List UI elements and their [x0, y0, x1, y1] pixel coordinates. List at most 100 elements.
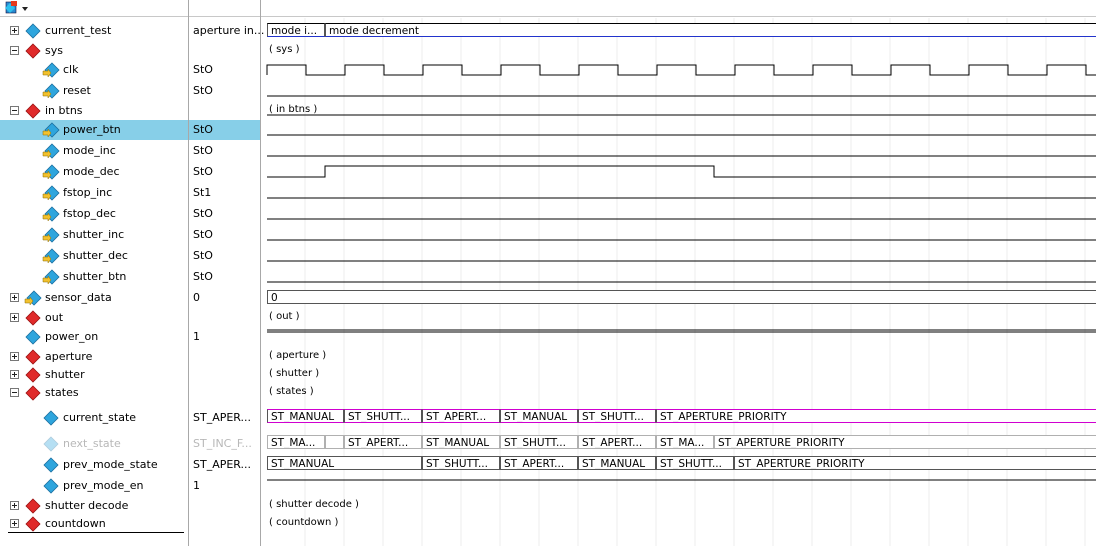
- row-shutter-decode[interactable]: shutter decode: [0, 496, 188, 516]
- row-sys[interactable]: sys: [0, 41, 188, 61]
- group-label: ( aperture ): [269, 350, 327, 361]
- expand-icon[interactable]: [10, 370, 19, 379]
- value-text: StO: [193, 144, 213, 157]
- group-label: ( in btns ): [269, 104, 318, 115]
- signal-name: sensor_data: [45, 291, 112, 304]
- signal-name: current_state: [63, 411, 137, 424]
- signal-arrow-icon: [42, 206, 60, 222]
- signal-arrow-icon: [42, 248, 60, 264]
- diamond-blue-icon: [25, 23, 41, 39]
- collapse-icon[interactable]: [10, 46, 19, 55]
- row-current_test[interactable]: current_test: [0, 21, 188, 41]
- row-countdown[interactable]: countdown: [0, 514, 188, 534]
- bus-segment: ST_APERT...: [422, 409, 500, 423]
- group-label: ( states ): [269, 386, 314, 397]
- signal-name: in btns: [45, 104, 83, 117]
- row-states[interactable]: states: [0, 383, 188, 403]
- group-label: ( sys ): [269, 44, 300, 55]
- expand-icon[interactable]: [10, 501, 19, 510]
- row-clk[interactable]: clk: [0, 60, 188, 80]
- expand-icon[interactable]: [10, 26, 19, 35]
- row-prev_mode_en[interactable]: prev_mode_en: [0, 476, 188, 496]
- value-text: 1: [193, 479, 200, 492]
- diamond-red-icon: [25, 43, 41, 59]
- expand-icon[interactable]: [10, 293, 19, 302]
- signal-name: prev_mode_en: [63, 479, 144, 492]
- bus-segment: 0: [267, 290, 1096, 304]
- signal-name: power_on: [45, 330, 99, 343]
- value-text: StO: [193, 123, 213, 136]
- bus-segment: ST_MANUAL: [422, 435, 500, 449]
- row-aperture[interactable]: aperture: [0, 347, 188, 367]
- row-power_btn[interactable]: power_btn: [0, 120, 188, 140]
- bus-segment: ST_SHUTT...: [578, 409, 656, 423]
- bus-segment: ST_SHUTT...: [344, 409, 422, 423]
- value-text: ST_APER...: [193, 458, 252, 471]
- diamond-red-icon: [25, 367, 41, 383]
- value-text: StO: [193, 207, 213, 220]
- row-mode_dec[interactable]: mode_dec: [0, 162, 188, 182]
- signal-name: states: [45, 386, 79, 399]
- value-cell-selected: StO: [189, 120, 260, 140]
- group-label: ( out ): [269, 311, 300, 322]
- row-shutter_dec[interactable]: shutter_dec: [0, 246, 188, 266]
- signal-name: mode_dec: [63, 165, 120, 178]
- clk-trace: [266, 64, 1096, 76]
- signal-name: out: [45, 311, 64, 324]
- row-prev_mode_state[interactable]: prev_mode_state: [0, 455, 188, 475]
- value-cell: 1: [189, 476, 260, 496]
- diamond-blue-icon: [43, 457, 59, 473]
- expand-icon[interactable]: [10, 352, 19, 361]
- value-cell: StO: [189, 267, 260, 287]
- bus-segment: [325, 435, 344, 449]
- waveform-pane[interactable]: mode i... mode decrement ( sys ) ( in bt…: [261, 0, 1096, 546]
- row-current_state[interactable]: current_state: [0, 408, 188, 428]
- signal-name: sys: [45, 44, 63, 57]
- signal-name: shutter decode: [45, 499, 129, 512]
- bus-segment: ST_MA...: [267, 435, 325, 449]
- signal-arrow-icon: [42, 122, 60, 138]
- value-cell: StO: [189, 225, 260, 245]
- expand-icon[interactable]: [10, 519, 19, 528]
- value-cell: StO: [189, 204, 260, 224]
- row-sensor_data[interactable]: sensor_data: [0, 288, 188, 308]
- value-text: StO: [193, 84, 213, 97]
- row-fstop_inc[interactable]: fstop_inc: [0, 183, 188, 203]
- signal-name: clk: [63, 63, 79, 76]
- collapse-icon[interactable]: [10, 106, 19, 115]
- value-cell: StO: [189, 81, 260, 101]
- value-cell: StO: [189, 162, 260, 182]
- signal-name: aperture: [45, 350, 93, 363]
- signal-name: countdown: [45, 517, 106, 530]
- diamond-red-icon: [25, 310, 41, 326]
- value-text: 0: [193, 291, 200, 304]
- signal-name: shutter: [45, 368, 85, 381]
- row-in-btns[interactable]: in btns: [0, 101, 188, 121]
- value-text: StO: [193, 63, 213, 76]
- signal-name: shutter_dec: [63, 249, 128, 262]
- row-mode_inc[interactable]: mode_inc: [0, 141, 188, 161]
- row-shutter_inc[interactable]: shutter_inc: [0, 225, 188, 245]
- diamond-blue-icon: [43, 478, 59, 494]
- signal-name: shutter_inc: [63, 228, 125, 241]
- signal-name: shutter_btn: [63, 270, 127, 283]
- row-reset[interactable]: reset: [0, 81, 188, 101]
- diamond-red-icon: [25, 516, 41, 532]
- row-shutter_btn[interactable]: shutter_btn: [0, 267, 188, 287]
- expand-icon[interactable]: [10, 313, 19, 322]
- bus-segment: ST_MA...: [656, 435, 714, 449]
- diamond-blue-icon: [25, 329, 41, 345]
- bus-segment: ST_APERT...: [578, 435, 656, 449]
- signal-name: fstop_inc: [63, 186, 113, 199]
- value-text: StO: [193, 270, 213, 283]
- signal-arrow-icon: [42, 83, 60, 99]
- row-next_state[interactable]: next_state: [0, 434, 188, 454]
- collapse-icon[interactable]: [10, 388, 19, 397]
- row-fstop_dec[interactable]: fstop_dec: [0, 204, 188, 224]
- row-power_on[interactable]: power_on: [0, 327, 188, 347]
- list-end-marker: [8, 532, 184, 533]
- row-out[interactable]: out: [0, 308, 188, 328]
- value-text: StO: [193, 249, 213, 262]
- bus-segment: ST_SHUTT...: [656, 456, 734, 470]
- row-shutter[interactable]: shutter: [0, 365, 188, 385]
